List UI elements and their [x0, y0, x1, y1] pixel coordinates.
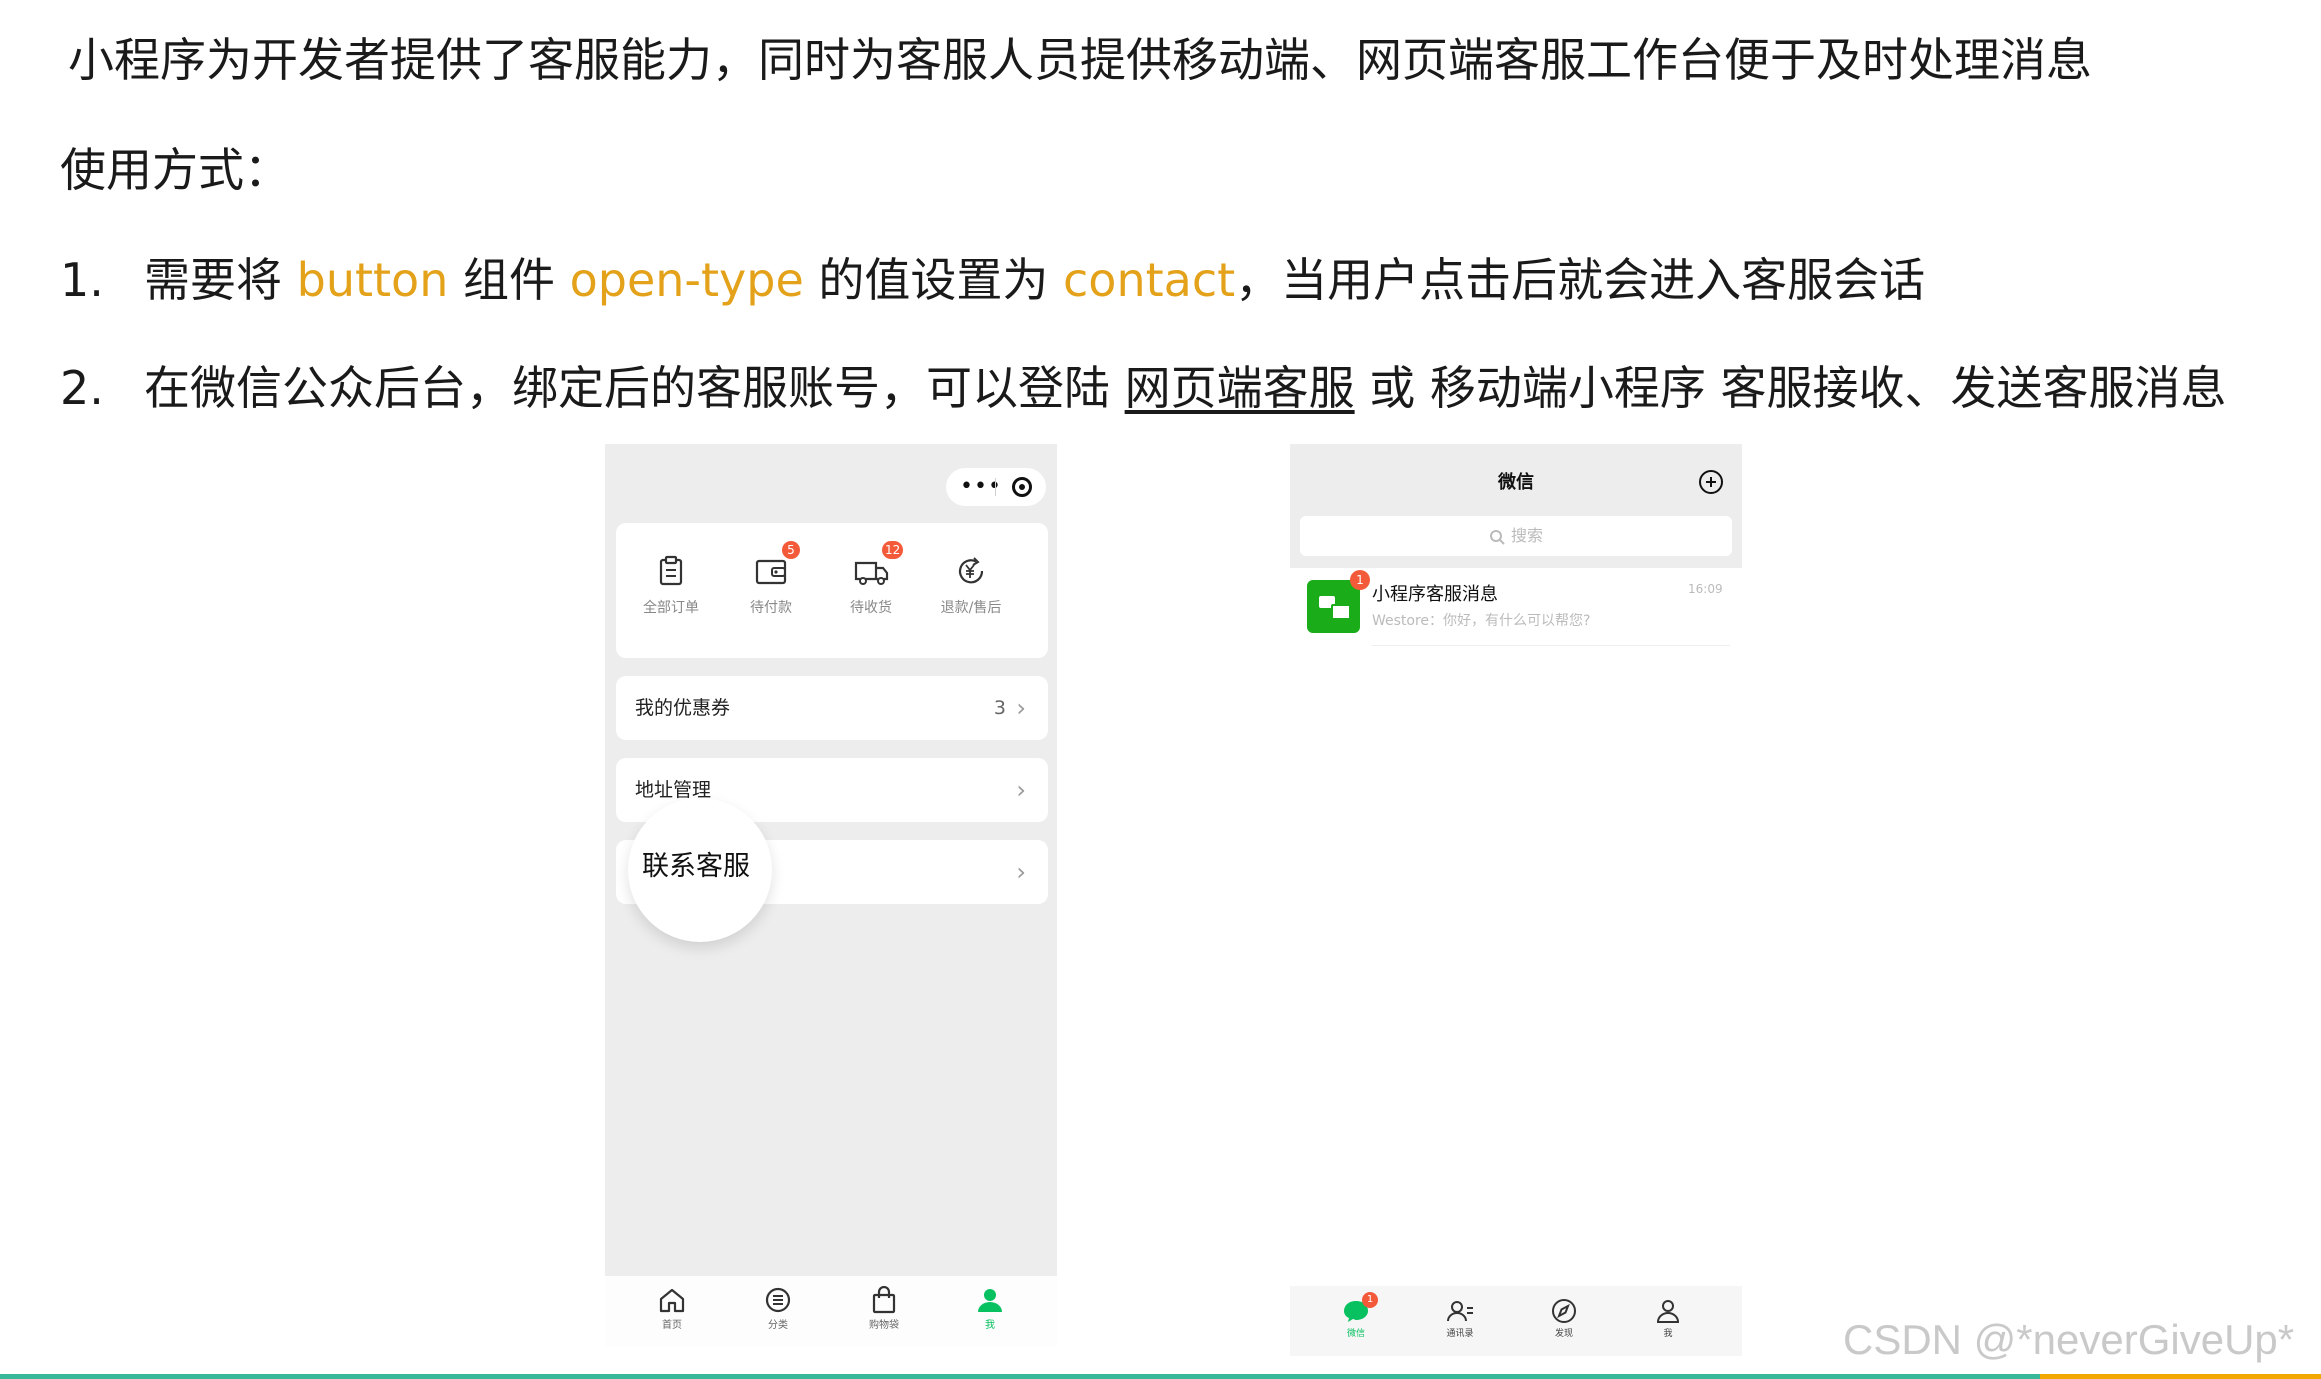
- keyword-open-type: open-type: [569, 253, 804, 307]
- chevron-right-icon: ›: [1016, 858, 1026, 886]
- step-1: 1. 需要将 button 组件 open-type 的值设置为 contact，…: [60, 252, 1925, 308]
- chat-name[interactable]: 小程序客服消息: [1372, 580, 1498, 606]
- order-label: 待付款: [750, 600, 792, 616]
- tab-label: 通讯录: [1446, 1329, 1474, 1339]
- keyword-button: button: [296, 253, 449, 307]
- chevron-right-icon: ›: [1016, 694, 1026, 722]
- watermark: CSDN @*neverGiveUp*: [1843, 1316, 2295, 1363]
- home-icon: [659, 1288, 685, 1313]
- order-all[interactable]: 全部订单: [626, 555, 716, 617]
- wechat-title: 微信: [1498, 472, 1534, 493]
- chat-bubble-icon: [1331, 604, 1351, 620]
- tab-category[interactable]: 分类: [743, 1286, 813, 1331]
- step-number: 2.: [60, 361, 104, 415]
- tab-label: 微信: [1346, 1329, 1365, 1339]
- tab-chats[interactable]: 1 微信: [1326, 1292, 1386, 1339]
- order-refund[interactable]: 退款/售后: [926, 555, 1016, 617]
- step-text: 组件: [448, 253, 570, 307]
- chat-divider: [1372, 645, 1730, 646]
- unreceived-badge: 12: [882, 541, 904, 559]
- order-unpaid[interactable]: 5 待付款: [726, 541, 816, 617]
- intro-line: 小程序为开发者提供了客服能力，同时为客服人员提供移动端、网页端客服工作台便于及时…: [68, 33, 2092, 87]
- step-text: 在微信公众后台，绑定后的客服账号，可以登陆: [144, 361, 1125, 415]
- search-placeholder: 搜索: [1510, 526, 1543, 545]
- chats-badge: 1: [1362, 1292, 1378, 1308]
- bottom-accent-line-teal: [0, 1374, 2040, 1379]
- order-label: 退款/售后: [940, 600, 1002, 616]
- user-icon: [978, 1289, 1002, 1312]
- miniprogram-tabbar: 首页 分类 购物袋 我: [605, 1276, 1057, 1346]
- coupon-row[interactable]: 我的优惠券 3 ›: [616, 676, 1048, 740]
- step-text: 或 移动端小程序 客服接收、发送客服消息: [1354, 361, 2227, 415]
- tab-bag[interactable]: 购物袋: [849, 1286, 919, 1331]
- bag-icon: [872, 1286, 896, 1314]
- tab-label: 发现: [1554, 1329, 1573, 1339]
- wechat-tabbar: 1 微信 通讯录 发现 我: [1290, 1286, 1742, 1356]
- search-icon: [1489, 529, 1505, 545]
- tab-discover[interactable]: 发现: [1534, 1298, 1594, 1339]
- step-text: 需要将: [144, 253, 297, 307]
- wallet-icon: [755, 559, 787, 585]
- tab-contacts[interactable]: 通讯录: [1430, 1298, 1490, 1339]
- chat-avatar[interactable]: [1307, 580, 1360, 633]
- tab-label: 分类: [768, 1320, 788, 1331]
- usage-heading: 使用方式：: [60, 143, 290, 197]
- unpaid-badge: 5: [782, 541, 800, 559]
- contact-service-highlight[interactable]: 联系客服: [628, 798, 772, 942]
- order-unreceived[interactable]: 12 待收货: [826, 541, 916, 617]
- user-icon: [1656, 1300, 1680, 1323]
- tab-me[interactable]: 我: [955, 1286, 1025, 1331]
- order-label: 待收货: [850, 600, 892, 616]
- capsule-divider: [995, 478, 996, 496]
- tab-label: 我: [985, 1320, 995, 1331]
- step-text: ，当用户点击后就会进入客服会话: [1235, 253, 1926, 307]
- contact-service-label: 联系客服: [642, 851, 750, 882]
- coupon-count: 3: [993, 697, 1006, 719]
- order-card: 全部订单 5 待付款 12 待收货 退款/售后: [616, 523, 1048, 658]
- search-input[interactable]: 搜索: [1300, 516, 1732, 556]
- chat-unread-badge: 1: [1350, 570, 1370, 590]
- tab-label: 首页: [662, 1320, 682, 1331]
- compass-icon: [1552, 1299, 1576, 1323]
- step-text: 的值设置为: [803, 253, 1064, 307]
- step-number: 1.: [60, 253, 104, 307]
- category-icon: [765, 1287, 791, 1313]
- chevron-right-icon: ›: [1016, 776, 1026, 804]
- tab-home[interactable]: 首页: [637, 1286, 707, 1331]
- keyword-contact: contact: [1063, 253, 1236, 307]
- clipboard-icon: [659, 555, 683, 586]
- tab-me[interactable]: 我: [1638, 1298, 1698, 1339]
- contacts-icon: [1447, 1301, 1473, 1322]
- coupon-label: 我的优惠券: [635, 697, 731, 719]
- chat-time: 16:09: [1688, 582, 1723, 596]
- truck-icon: [854, 561, 889, 585]
- step-2: 2. 在微信公众后台，绑定后的客服账号，可以登陆 网页端客服 或 移动端小程序 客…: [60, 360, 2227, 416]
- add-icon[interactable]: [1699, 470, 1723, 494]
- web-service-link[interactable]: 网页端客服: [1125, 361, 1355, 415]
- chat-preview: Westore：你好，有什么可以帮您?: [1372, 613, 1591, 629]
- close-target-icon[interactable]: [1012, 477, 1032, 497]
- capsule-menu[interactable]: •••: [946, 468, 1046, 506]
- refund-icon: [958, 557, 984, 584]
- tab-label: 我: [1663, 1329, 1673, 1339]
- order-label: 全部订单: [643, 600, 699, 616]
- tab-label: 购物袋: [869, 1320, 899, 1331]
